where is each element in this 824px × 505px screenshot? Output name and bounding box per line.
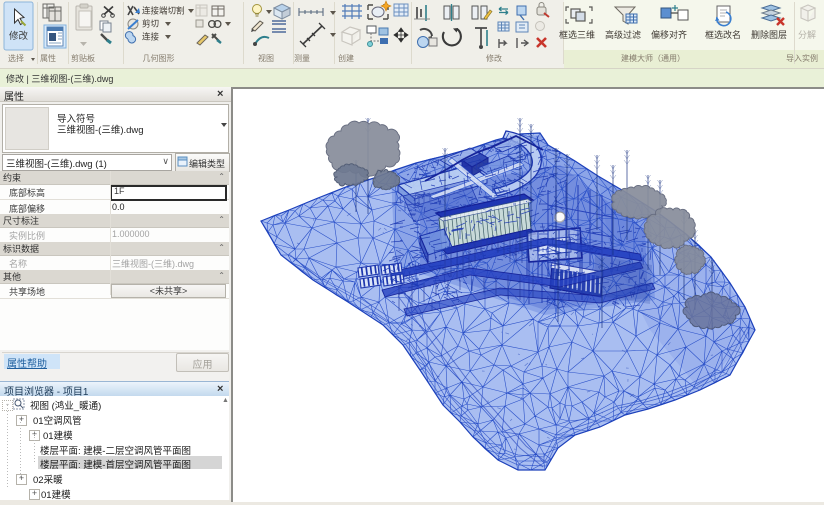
svg-text:剪切: 剪切: [142, 19, 159, 29]
svg-text:偏移对齐: 偏移对齐: [651, 29, 687, 40]
svg-text:连接: 连接: [142, 32, 160, 42]
svg-text:修改: 修改: [9, 30, 29, 42]
svg-text:框选改名: 框选改名: [705, 29, 741, 40]
svg-text:分解: 分解: [798, 29, 816, 40]
svg-text:连接端切割: 连接端切割: [142, 6, 185, 16]
svg-text:框选三维: 框选三维: [559, 29, 595, 40]
svg-text:删除图层: 删除图层: [751, 29, 787, 40]
svg-text:高级过滤: 高级过滤: [605, 29, 641, 40]
